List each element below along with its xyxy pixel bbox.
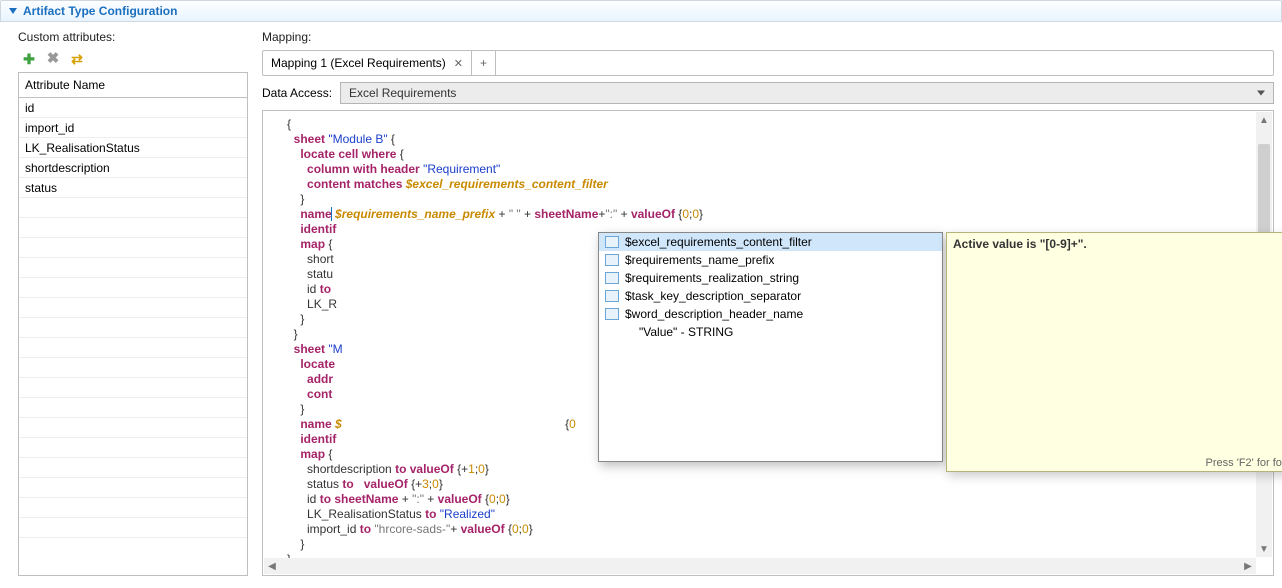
table-row[interactable] [19, 378, 247, 398]
table-row[interactable] [19, 258, 247, 278]
autocomplete-item[interactable]: $requirements_name_prefix [599, 251, 942, 269]
scroll-right-icon[interactable]: ▶ [1240, 558, 1256, 574]
add-icon[interactable]: ✚ [22, 52, 36, 66]
delete-icon[interactable]: ✖ [46, 52, 60, 66]
autocomplete-item[interactable]: $word_description_header_name [599, 305, 942, 323]
editor-horizontal-scrollbar[interactable]: ◀ ▶ [264, 558, 1256, 574]
scroll-left-icon[interactable]: ◀ [264, 558, 280, 574]
table-row[interactable] [19, 298, 247, 318]
attributes-toolbar: ✚ ✖ ⇄ [18, 50, 248, 72]
attributes-column-header[interactable]: Attribute Name [19, 73, 247, 98]
table-row[interactable] [19, 278, 247, 298]
variable-icon [605, 236, 619, 248]
table-row[interactable] [19, 218, 247, 238]
table-row[interactable] [19, 358, 247, 378]
table-row[interactable] [19, 318, 247, 338]
attributes-table: Attribute Name id import_id LK_Realisati… [18, 72, 248, 576]
custom-attributes-pane: Custom attributes: ✚ ✖ ⇄ Attribute Name … [0, 22, 258, 586]
data-access-combo[interactable]: Excel Requirements [340, 82, 1274, 104]
autocomplete-item[interactable]: "Value" - STRING [599, 323, 942, 341]
tab-mapping-1[interactable]: Mapping 1 (Excel Requirements) ✕ [263, 51, 472, 75]
panel-header[interactable]: Artifact Type Configuration [0, 0, 1282, 22]
variable-icon [605, 290, 619, 302]
table-row[interactable] [19, 458, 247, 478]
refresh-icon[interactable]: ⇄ [70, 52, 84, 66]
autocomplete-item[interactable]: $requirements_realization_string [599, 269, 942, 287]
panel-title: Artifact Type Configuration [23, 4, 177, 18]
variable-icon [605, 254, 619, 266]
table-row[interactable] [19, 418, 247, 438]
table-row[interactable]: shortdescription [19, 158, 247, 178]
tab-label: Mapping 1 (Excel Requirements) [271, 56, 446, 70]
scroll-down-icon[interactable]: ▼ [1256, 541, 1272, 557]
scroll-up-icon[interactable]: ▲ [1256, 112, 1272, 128]
mapping-label: Mapping: [262, 30, 1274, 44]
mapping-pane: Mapping: Mapping 1 (Excel Requirements) … [258, 22, 1282, 586]
custom-attributes-label: Custom attributes: [18, 30, 248, 44]
variable-icon [605, 272, 619, 284]
autocomplete-item[interactable]: $task_key_description_separator [599, 287, 942, 305]
data-access-label: Data Access: [262, 86, 332, 100]
table-row[interactable] [19, 338, 247, 358]
table-row[interactable]: id [19, 98, 247, 118]
table-row[interactable]: import_id [19, 118, 247, 138]
tooltip-text: Active value is "[0-9]+". [953, 237, 1282, 251]
table-row[interactable] [19, 438, 247, 458]
table-row[interactable] [19, 478, 247, 498]
table-row[interactable] [19, 238, 247, 258]
table-row[interactable]: status [19, 178, 247, 198]
variable-icon [605, 308, 619, 320]
table-row[interactable] [19, 398, 247, 418]
collapse-icon[interactable] [9, 8, 17, 14]
tooltip-hint: Press 'F2' for focus [1206, 457, 1282, 469]
table-row[interactable] [19, 198, 247, 218]
autocomplete-item[interactable]: $excel_requirements_content_filter [599, 233, 942, 251]
tab-close-icon[interactable]: ✕ [454, 57, 463, 70]
table-row[interactable] [19, 518, 247, 538]
mapping-tabbar: Mapping 1 (Excel Requirements) ✕ + [262, 50, 1274, 76]
autocomplete-tooltip: Active value is "[0-9]+". Press 'F2' for… [946, 232, 1282, 472]
tab-add[interactable]: + [472, 51, 496, 75]
data-access-value: Excel Requirements [349, 86, 456, 100]
autocomplete-popup: $excel_requirements_content_filter $requ… [598, 232, 943, 462]
table-row[interactable] [19, 498, 247, 518]
table-row[interactable]: LK_RealisationStatus [19, 138, 247, 158]
